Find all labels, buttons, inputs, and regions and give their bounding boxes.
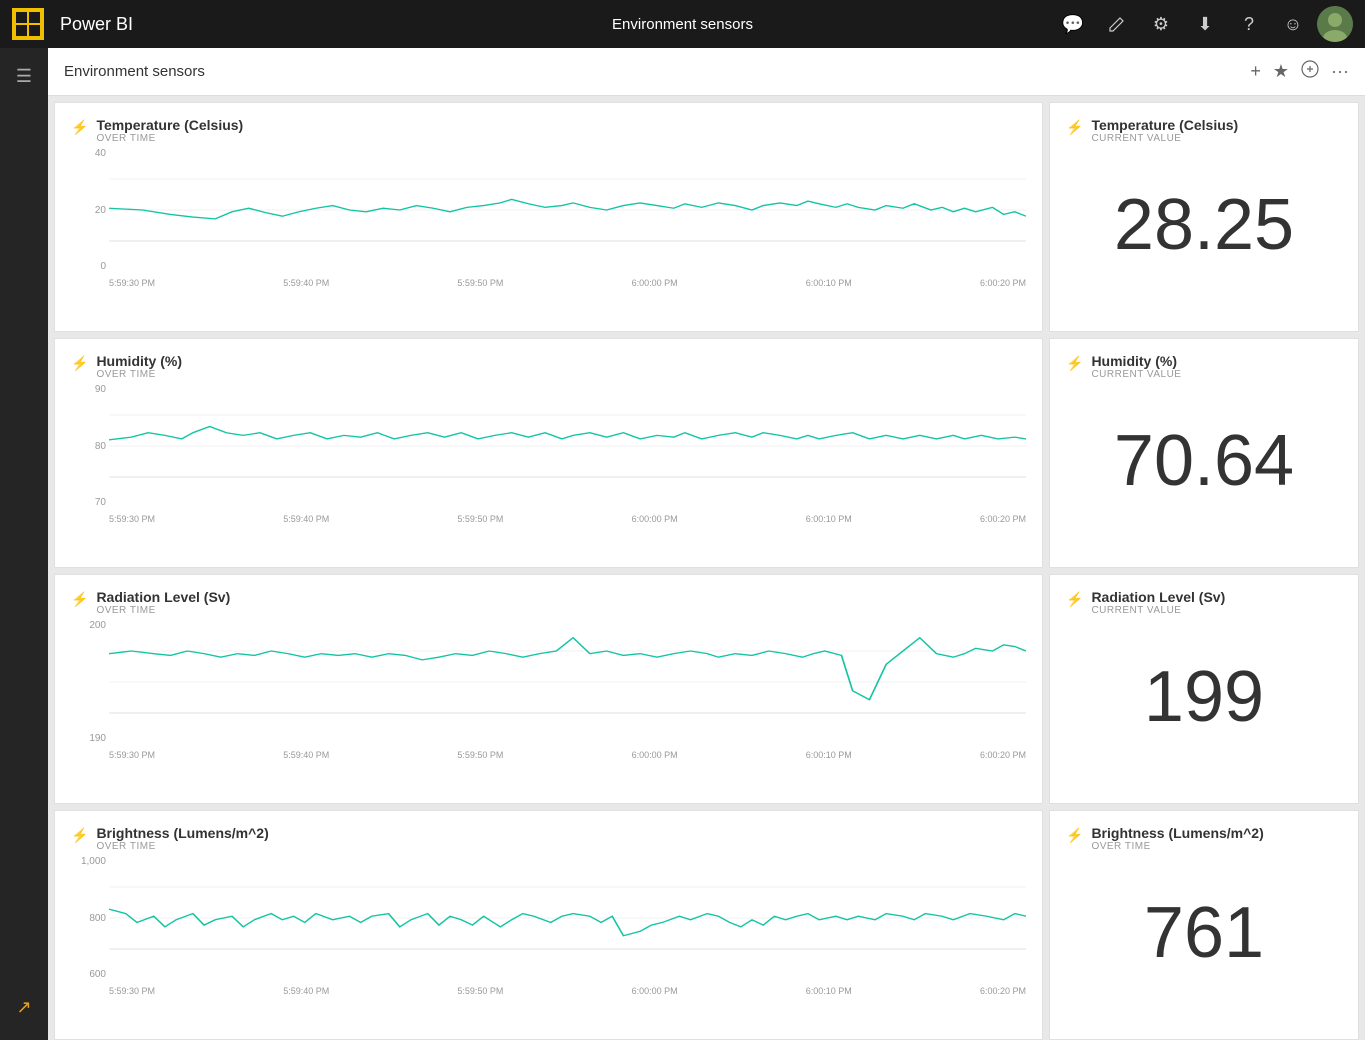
humidity-value: 70.64 <box>1066 384 1342 538</box>
temp-value-subtitle: CURRENT VALUE <box>1091 133 1238 144</box>
bright-y-labels: 1,000 800 600 <box>71 856 106 980</box>
bright-value-icon: ⚡ <box>1066 827 1083 844</box>
humid-x-labels: 5:59:30 PM 5:59:40 PM 5:59:50 PM 6:00:00… <box>109 510 1026 528</box>
bright-line-chart <box>109 856 1026 980</box>
radiation-chart-card: ⚡ Radiation Level (Sv) OVER TIME 200 190 <box>54 574 1043 804</box>
bright-value-subtitle: OVER TIME <box>1091 841 1263 852</box>
temp-chart-svg-container <box>109 148 1026 272</box>
humid-chart-area: 90 80 70 5:59:30 PM 5:59:40 PM 5:59:50 P… <box>71 384 1026 528</box>
temp-y-labels: 40 20 0 <box>71 148 106 272</box>
humidity-chart-card: ⚡ Humidity (%) OVER TIME 90 80 70 <box>54 338 1043 568</box>
left-sidebar: ☰ ↗ <box>0 48 48 1040</box>
temperature-chart-card: ⚡ Temperature (Celsius) OVER TIME 40 20 … <box>54 102 1043 332</box>
rad-chart-area: 200 190 5:59:30 PM 5:59:40 PM 5:59:50 PM… <box>71 620 1026 764</box>
humid-chart-svg-container <box>109 384 1026 508</box>
external-link-icon[interactable]: ↗ <box>6 987 41 1028</box>
humid-chart-icon: ⚡ <box>71 355 88 372</box>
temp-value-title: Temperature (Celsius) <box>1091 117 1238 133</box>
app-launcher-button[interactable] <box>12 8 44 40</box>
humid-value-title: Humidity (%) <box>1091 353 1181 369</box>
bright-chart-area: 1,000 800 600 5:59:30 PM 5:59:40 PM 5:59… <box>71 856 1026 1000</box>
rad-value-subtitle: CURRENT VALUE <box>1091 605 1225 616</box>
bright-chart-svg-container <box>109 856 1026 980</box>
download-icon[interactable]: ⬇ <box>1185 4 1225 44</box>
temp-x-labels: 5:59:30 PM 5:59:40 PM 5:59:50 PM 6:00:00… <box>109 274 1026 292</box>
temp-chart-area: 40 20 0 5:59:30 PM 5:59:40 PM 5:59:50 PM… <box>71 148 1026 292</box>
humid-chart-subtitle: OVER TIME <box>96 369 182 380</box>
rad-value-icon: ⚡ <box>1066 591 1083 608</box>
temp-chart-icon: ⚡ <box>71 119 88 136</box>
humid-line-chart <box>109 384 1026 508</box>
brand-name: Power BI <box>60 14 1045 35</box>
bright-chart-title: Brightness (Lumens/m^2) <box>96 825 268 841</box>
temp-value-icon: ⚡ <box>1066 119 1083 136</box>
brightness-chart-card: ⚡ Brightness (Lumens/m^2) OVER TIME 1,00… <box>54 810 1043 1040</box>
top-navigation: Power BI Environment sensors 💬 ⚙ ⬇ ? ☺ <box>0 0 1365 48</box>
temp-chart-title: Temperature (Celsius) <box>96 117 243 133</box>
add-button[interactable]: + <box>1250 61 1261 82</box>
rad-value-title: Radiation Level (Sv) <box>1091 589 1225 605</box>
brightness-value-card: ⚡ Brightness (Lumens/m^2) OVER TIME 761 <box>1049 810 1359 1040</box>
nav-icons: 💬 ⚙ ⬇ ? ☺ <box>1053 4 1353 44</box>
sub-header-title: Environment sensors <box>64 63 1250 80</box>
temperature-value: 28.25 <box>1066 148 1342 302</box>
top-page-title: Environment sensors <box>612 16 753 33</box>
rad-chart-subtitle: OVER TIME <box>96 605 230 616</box>
sub-header: Environment sensors + ★ ··· <box>48 48 1365 96</box>
share-button[interactable] <box>1301 60 1319 83</box>
humidity-value-card: ⚡ Humidity (%) CURRENT VALUE 70.64 <box>1049 338 1359 568</box>
sidebar-bottom: ↗ <box>6 987 41 1028</box>
humid-value-icon: ⚡ <box>1066 355 1083 372</box>
bright-chart-icon: ⚡ <box>71 827 88 844</box>
bright-chart-subtitle: OVER TIME <box>96 841 268 852</box>
hamburger-menu-icon[interactable]: ☰ <box>6 56 42 97</box>
more-options-button[interactable]: ··· <box>1331 61 1349 82</box>
chat-icon[interactable]: 💬 <box>1053 4 1093 44</box>
rad-chart-svg-container <box>109 620 1026 744</box>
rad-chart-title: Radiation Level (Sv) <box>96 589 230 605</box>
settings-icon[interactable]: ⚙ <box>1141 4 1181 44</box>
radiation-value-card: ⚡ Radiation Level (Sv) CURRENT VALUE 199 <box>1049 574 1359 804</box>
feedback-icon[interactable]: ☺ <box>1273 4 1313 44</box>
sub-header-actions: + ★ ··· <box>1250 60 1349 83</box>
humid-chart-title: Humidity (%) <box>96 353 182 369</box>
temp-line-chart <box>109 148 1026 272</box>
humid-value-subtitle: CURRENT VALUE <box>1091 369 1181 380</box>
brightness-value: 761 <box>1066 856 1342 1010</box>
rad-chart-icon: ⚡ <box>71 591 88 608</box>
rad-x-labels: 5:59:30 PM 5:59:40 PM 5:59:50 PM 6:00:00… <box>109 746 1026 764</box>
bright-value-title: Brightness (Lumens/m^2) <box>1091 825 1263 841</box>
humid-y-labels: 90 80 70 <box>71 384 106 508</box>
edit-icon[interactable] <box>1097 4 1137 44</box>
user-avatar[interactable] <box>1317 6 1353 42</box>
rad-line-chart <box>109 620 1026 744</box>
favorite-button[interactable]: ★ <box>1273 61 1289 82</box>
temp-chart-subtitle: OVER TIME <box>96 133 243 144</box>
dashboard-grid: ⚡ Temperature (Celsius) OVER TIME 40 20 … <box>48 96 1365 1040</box>
temperature-value-card: ⚡ Temperature (Celsius) CURRENT VALUE 28… <box>1049 102 1359 332</box>
help-icon[interactable]: ? <box>1229 4 1269 44</box>
rad-y-labels: 200 190 <box>71 620 106 744</box>
bright-x-labels: 5:59:30 PM 5:59:40 PM 5:59:50 PM 6:00:00… <box>109 982 1026 1000</box>
radiation-value: 199 <box>1066 620 1342 774</box>
